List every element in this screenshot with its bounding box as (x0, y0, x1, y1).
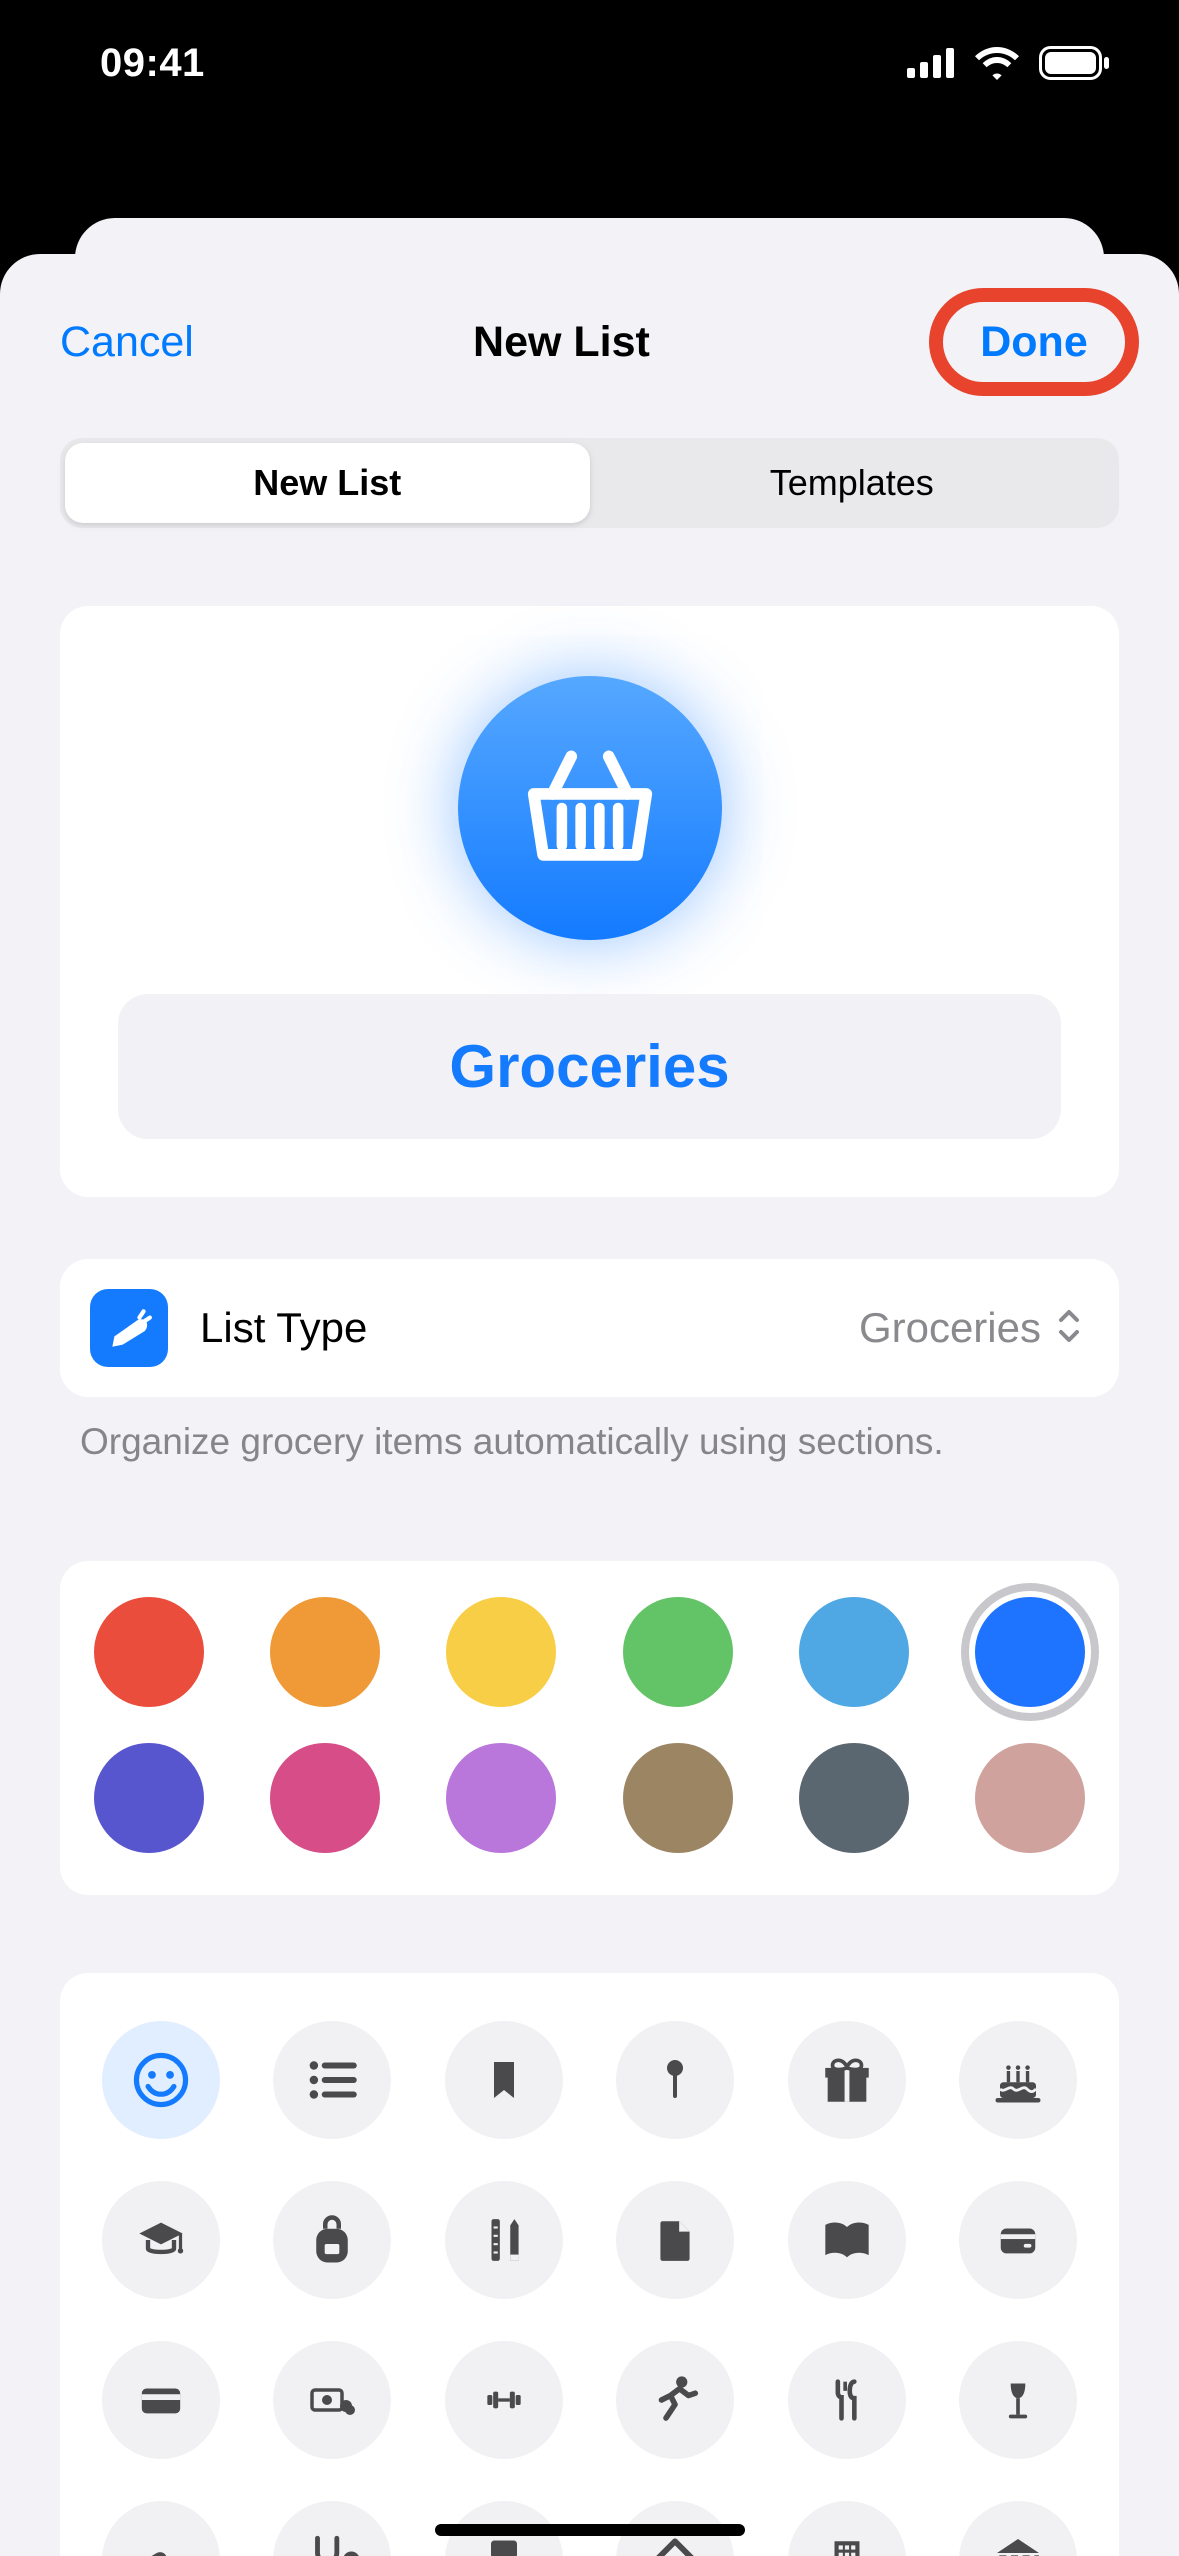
icon-row (102, 2341, 1077, 2459)
list-type-label: List Type (200, 1304, 859, 1352)
sheet-title: New List (473, 318, 650, 367)
cancel-button[interactable]: Cancel (60, 318, 194, 367)
segmented-control[interactable]: New List Templates (60, 438, 1119, 528)
color-row (94, 1597, 1085, 1707)
status-bar: 09:41 (0, 0, 1179, 108)
list-name-input[interactable]: Groceries (118, 994, 1061, 1139)
color-picker-card (60, 1561, 1119, 1895)
color-swatch[interactable] (94, 1597, 204, 1707)
color-swatch[interactable] (270, 1743, 380, 1853)
ruler-icon[interactable] (445, 2181, 563, 2299)
list-preview-card: Groceries (60, 606, 1119, 1197)
gift-icon[interactable] (788, 2021, 906, 2139)
chevron-updown-icon (1055, 1306, 1083, 1351)
bookmark-icon[interactable] (445, 2021, 563, 2139)
list-type-icon-chip (90, 1289, 168, 1367)
stethoscope-icon[interactable] (273, 2501, 391, 2556)
color-swatch[interactable] (623, 1597, 733, 1707)
icon-row (102, 2181, 1077, 2299)
battery-icon (1039, 46, 1111, 80)
status-time: 09:41 (60, 41, 205, 86)
list-icon[interactable] (273, 2021, 391, 2139)
color-swatch[interactable] (975, 1597, 1085, 1707)
color-swatch[interactable] (799, 1597, 909, 1707)
color-swatch[interactable] (94, 1743, 204, 1853)
color-swatch[interactable] (446, 1743, 556, 1853)
carrot-icon (104, 1303, 154, 1353)
basket-icon (515, 733, 665, 883)
bank-icon[interactable] (959, 2501, 1077, 2556)
color-swatch[interactable] (623, 1743, 733, 1853)
done-button-highlight: Done (929, 288, 1139, 396)
home-indicator[interactable] (435, 2524, 745, 2536)
color-swatch[interactable] (799, 1743, 909, 1853)
running-icon[interactable] (616, 2341, 734, 2459)
list-type-hint: Organize grocery items automatically usi… (80, 1421, 1099, 1463)
credit-card-icon[interactable] (102, 2341, 220, 2459)
wine-icon[interactable] (959, 2341, 1077, 2459)
sheet-header: Cancel New List Done (0, 254, 1179, 430)
list-name-value: Groceries (449, 1032, 729, 1101)
document-icon[interactable] (616, 2181, 734, 2299)
icon-row (102, 2021, 1077, 2139)
new-list-sheet: Cancel New List Done New List Templates (0, 254, 1179, 2556)
book-open-icon[interactable] (788, 2181, 906, 2299)
tab-templates[interactable]: Templates (590, 443, 1115, 523)
backpack-icon[interactable] (273, 2181, 391, 2299)
cellular-icon (907, 48, 955, 78)
icon-picker-card (60, 1973, 1119, 2556)
color-swatch[interactable] (270, 1597, 380, 1707)
done-button[interactable]: Done (980, 318, 1088, 367)
pills-icon[interactable] (102, 2501, 220, 2556)
tab-new-list[interactable]: New List (65, 443, 590, 523)
color-swatch[interactable] (975, 1743, 1085, 1853)
grad-cap-icon[interactable] (102, 2181, 220, 2299)
sheet-body[interactable]: Groceries List Type Groceries Organize g… (0, 528, 1179, 2556)
utensils-icon[interactable] (788, 2341, 906, 2459)
cash-icon[interactable] (273, 2341, 391, 2459)
status-indicators (907, 46, 1119, 80)
color-row (94, 1743, 1085, 1853)
list-type-value: Groceries (859, 1304, 1041, 1352)
smiley-icon[interactable] (102, 2021, 220, 2139)
pin-icon[interactable] (616, 2021, 734, 2139)
wallet-icon[interactable] (959, 2181, 1077, 2299)
list-icon-preview (458, 676, 722, 940)
dumbbell-icon[interactable] (445, 2341, 563, 2459)
list-type-row[interactable]: List Type Groceries (60, 1259, 1119, 1397)
cake-icon[interactable] (959, 2021, 1077, 2139)
color-swatch[interactable] (446, 1597, 556, 1707)
wifi-icon (973, 46, 1021, 80)
building-icon[interactable] (788, 2501, 906, 2556)
